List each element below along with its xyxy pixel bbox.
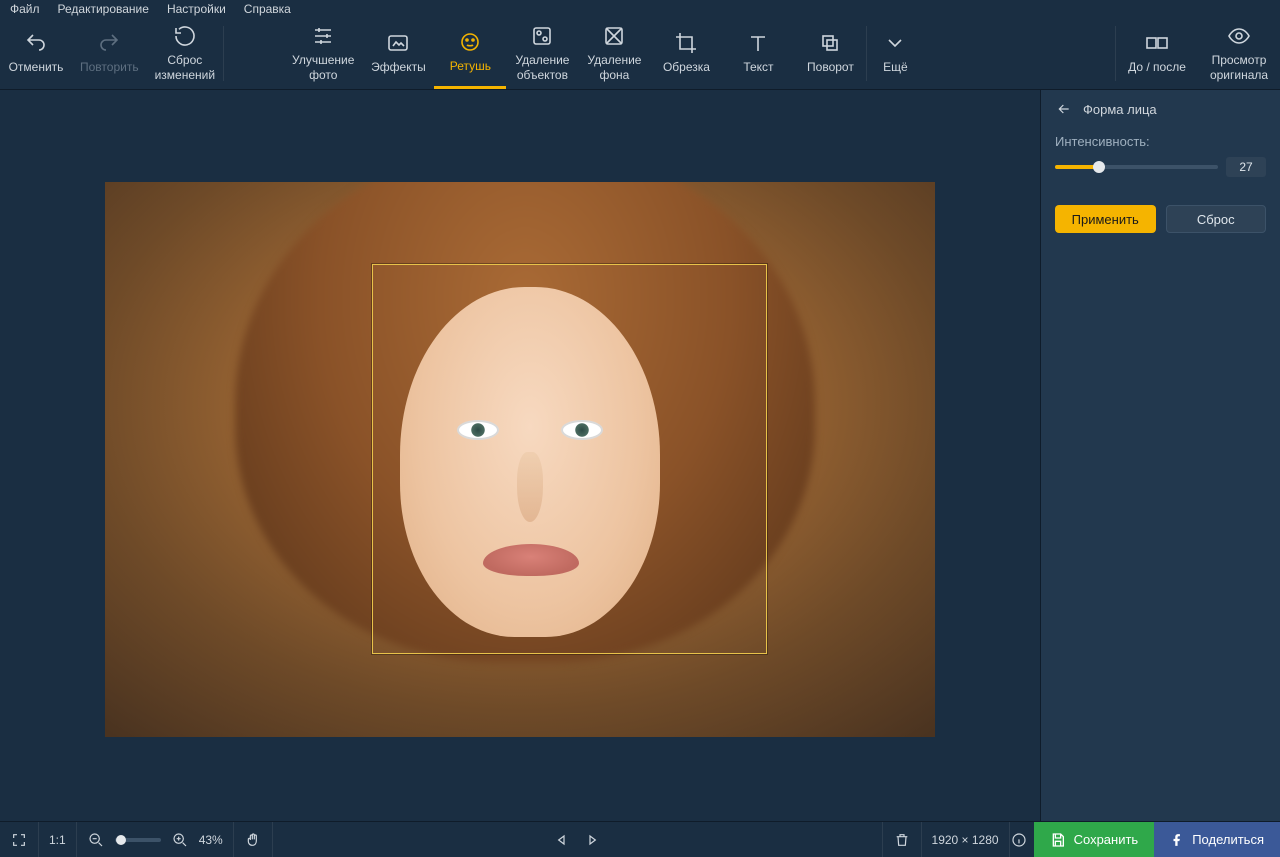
before-after-label: До / после [1128,60,1186,74]
menu-settings[interactable]: Настройки [167,2,226,16]
toolbar: Отменить Повторить Сброс изменений Улучш… [0,18,1280,90]
info-button[interactable] [1010,831,1028,849]
canvas-area[interactable] [0,90,1040,821]
undo-label: Отменить [9,60,64,74]
rotate-icon [817,30,843,56]
sliders-icon [310,23,336,49]
crop-button[interactable]: Обрезка [650,18,722,89]
more-button[interactable]: Ещё [867,18,923,89]
zoom-percent: 43% [199,833,223,847]
menu-bar: Файл Редактирование Настройки Справка [0,0,1280,18]
save-button[interactable]: Сохранить [1034,822,1155,857]
delete-button[interactable] [893,831,911,849]
more-label: Ещё [883,60,908,74]
view-original-button[interactable]: Просмотр оригинала [1198,18,1280,89]
face-selection-box[interactable] [372,264,767,654]
enhance-label: Улучшение фото [292,53,354,82]
reset-label: Сброс изменений [155,53,215,82]
undo-icon [23,30,49,56]
zoom-fit-label[interactable]: 1:1 [49,833,66,847]
image-dimensions: 1920 × 1280 [932,833,999,847]
remove-bg-icon [601,23,627,49]
menu-file[interactable]: Файл [10,2,40,16]
intensity-slider[interactable] [1055,165,1218,169]
rotate-button[interactable]: Поворот [794,18,866,89]
panel-title: Форма лица [1083,102,1157,117]
reset-changes-button[interactable]: Сброс изменений [147,18,223,89]
rotate-label: Поворот [807,60,854,74]
before-after-icon [1144,30,1170,56]
intensity-value[interactable]: 27 [1226,157,1266,177]
panel-reset-button[interactable]: Сброс [1166,205,1267,233]
panel-header: Форма лица [1041,90,1280,128]
reset-icon [172,23,198,49]
back-button[interactable] [1055,100,1073,118]
hand-tool-button[interactable] [244,831,262,849]
photo-canvas[interactable] [105,182,935,737]
redo-label: Повторить [80,60,139,74]
next-image-button[interactable] [583,831,601,849]
retouch-face-icon [457,29,483,55]
main-area: Форма лица Интенсивность: 27 Применить С… [0,90,1280,821]
crop-icon [673,30,699,56]
fullscreen-button[interactable] [10,831,28,849]
retouch-label: Ретушь [450,59,491,73]
prev-image-button[interactable] [553,831,571,849]
view-original-label: Просмотр оригинала [1210,53,1268,82]
crop-label: Обрезка [663,60,710,74]
zoom-out-button[interactable] [87,831,105,849]
effects-button[interactable]: Эффекты [362,18,434,89]
effects-icon [385,30,411,56]
remove-bg-button[interactable]: Удаление фона [578,18,650,89]
remove-objects-icon [529,23,555,49]
redo-button[interactable]: Повторить [72,18,147,89]
remove-objects-button[interactable]: Удаление объектов [506,18,578,89]
share-button[interactable]: Поделиться [1154,822,1280,857]
save-label: Сохранить [1074,832,1139,847]
redo-icon [96,30,122,56]
text-icon [745,30,771,56]
text-label: Текст [743,60,773,74]
remove-bg-label: Удаление фона [587,53,641,82]
remove-objects-label: Удаление объектов [515,53,569,82]
menu-help[interactable]: Справка [244,2,291,16]
effects-label: Эффекты [371,60,426,74]
text-button[interactable]: Текст [722,18,794,89]
before-after-button[interactable]: До / после [1116,18,1198,89]
side-panel: Форма лица Интенсивность: 27 Применить С… [1040,90,1280,821]
zoom-slider[interactable] [115,838,161,842]
enhance-photo-button[interactable]: Улучшение фото [284,18,362,89]
eye-icon [1226,23,1252,49]
retouch-button[interactable]: Ретушь [434,18,506,89]
menu-edit[interactable]: Редактирование [58,2,149,16]
apply-button[interactable]: Применить [1055,205,1156,233]
chevron-down-icon [882,30,908,56]
intensity-label: Интенсивность: [1055,134,1266,149]
share-label: Поделиться [1192,832,1264,847]
undo-button[interactable]: Отменить [0,18,72,89]
status-bar: 1:1 43% 1920 × 1280 Сохранить Поделиться [0,821,1280,857]
zoom-in-button[interactable] [171,831,189,849]
